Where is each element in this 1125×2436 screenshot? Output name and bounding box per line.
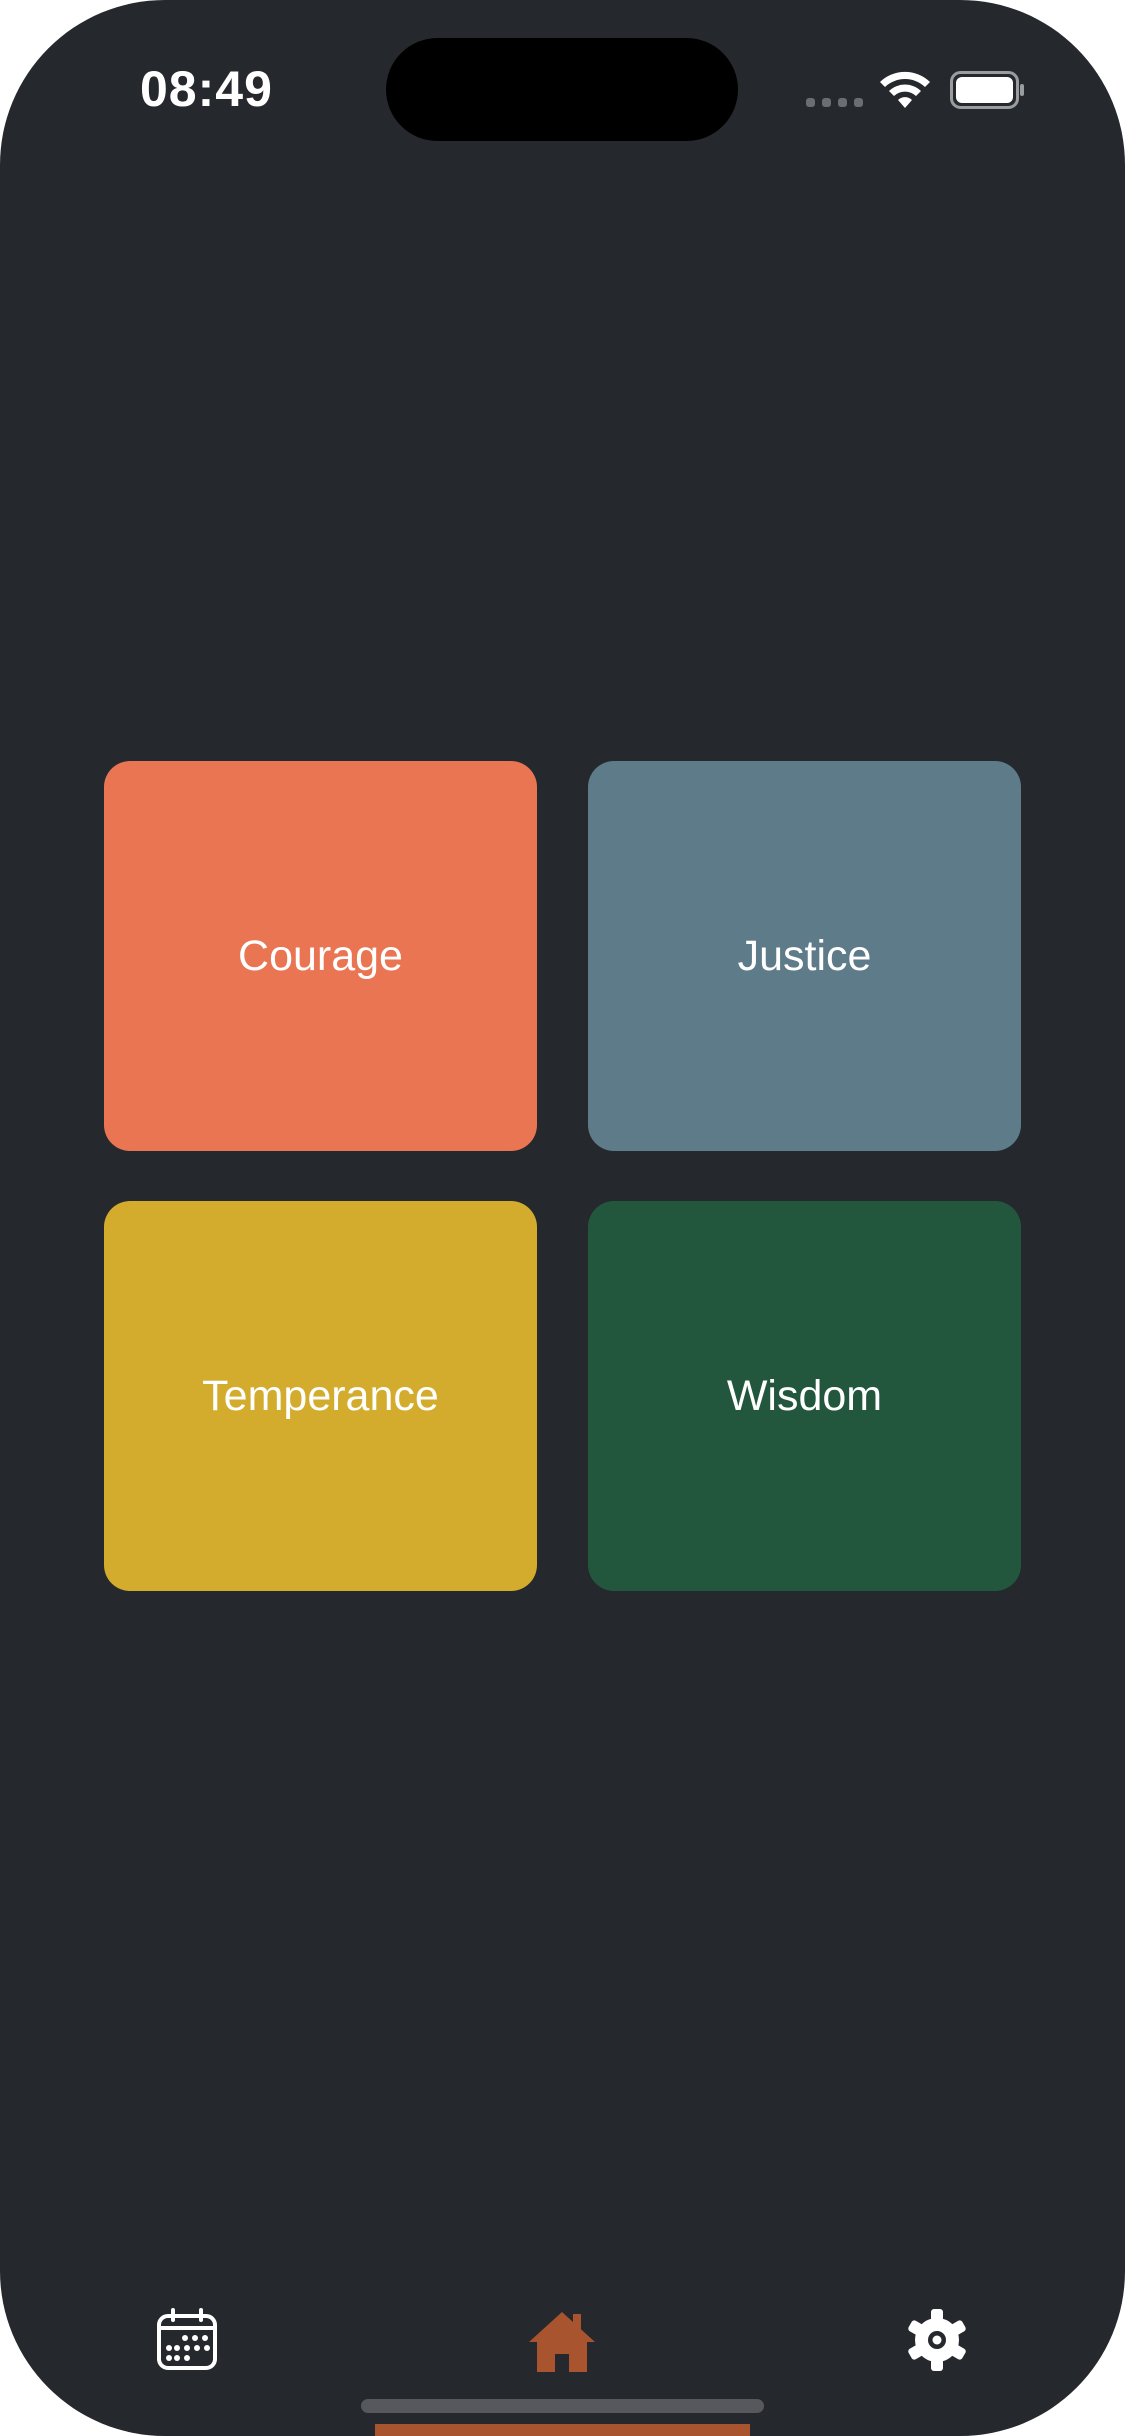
- battery-icon: [950, 71, 1024, 109]
- courage-label: Courage: [238, 931, 403, 980]
- wifi-icon: [880, 71, 930, 108]
- justice-label: Justice: [737, 931, 872, 980]
- wisdom-label: Wisdom: [726, 1371, 883, 1420]
- home-icon[interactable]: [527, 2310, 597, 2374]
- app-screen: 08:49 Courage Justice Temperance Wisdom: [0, 0, 1125, 2436]
- gear-icon[interactable]: [905, 2308, 969, 2372]
- justice-tile[interactable]: Justice: [588, 761, 1021, 1151]
- temperance-label: Temperance: [202, 1371, 439, 1420]
- dynamic-island: [386, 38, 738, 141]
- courage-tile[interactable]: Courage: [104, 761, 537, 1151]
- home-indicator[interactable]: [361, 2399, 764, 2413]
- status-time: 08:49: [140, 61, 273, 117]
- wisdom-tile[interactable]: Wisdom: [588, 1201, 1021, 1591]
- active-tab-indicator: [375, 2424, 750, 2436]
- temperance-tile[interactable]: Temperance: [104, 1201, 537, 1591]
- cellular-signal-icon: [806, 98, 863, 107]
- calendar-icon[interactable]: [155, 2308, 219, 2372]
